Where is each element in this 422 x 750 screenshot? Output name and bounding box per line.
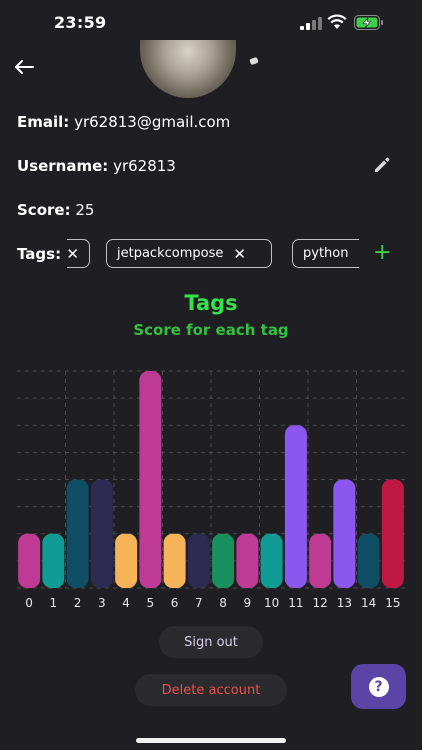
score-row: Score: 25 (17, 201, 94, 219)
x-tick-label: 13 (337, 596, 352, 610)
bar-9 (236, 533, 259, 588)
x-tick-label: 14 (361, 596, 376, 610)
x-tick-label: 9 (244, 596, 252, 610)
bar-4 (115, 533, 138, 588)
arrow-back-icon (15, 60, 34, 74)
tag-chip[interactable]: ✕ (67, 239, 90, 268)
back-button[interactable] (12, 56, 36, 78)
avatar[interactable] (140, 40, 236, 98)
avatar-edit-badge[interactable] (249, 56, 259, 66)
bar-12 (309, 533, 332, 588)
bar-15 (381, 479, 404, 588)
bar-11 (284, 425, 307, 588)
x-tick-label: 11 (288, 596, 303, 610)
x-tick-label: 2 (74, 596, 82, 610)
cellular-signal-icon (300, 17, 322, 30)
bar-0 (18, 533, 41, 588)
wifi-icon (327, 14, 347, 29)
add-tag-button[interactable]: + (373, 242, 391, 264)
delete-account-button[interactable]: Delete account (135, 674, 287, 706)
tag-chip-list[interactable]: ✕ jetpackcompose ✕ python (67, 239, 359, 269)
score-value: 25 (75, 201, 95, 219)
bar-1 (42, 533, 65, 588)
close-icon[interactable]: ✕ (67, 245, 79, 263)
x-tick-label: 10 (264, 596, 279, 610)
tags-label: Tags: (17, 245, 62, 263)
chart-title: Tags (184, 291, 238, 315)
home-indicator (136, 738, 286, 743)
x-tick-label: 8 (219, 596, 227, 610)
tag-chip-label: jetpackcompose (117, 246, 224, 261)
x-tick-label: 0 (25, 596, 33, 610)
pencil-icon (375, 157, 390, 172)
username-row: Username: yr62813 (17, 157, 176, 175)
sign-out-button[interactable]: Sign out (159, 626, 263, 658)
tag-chip-label: python (303, 246, 349, 261)
bar-10 (260, 533, 283, 588)
edit-username-button[interactable] (372, 155, 392, 175)
score-label: Score: (17, 201, 71, 219)
bar-6 (163, 533, 186, 588)
tag-score-bar-chart: 0 1 2 3 4 5 6 7 8 9 10 11 12 13 14 15 (17, 370, 405, 610)
bar-7 (187, 533, 210, 588)
username-value: yr62813 (113, 157, 176, 175)
x-tick-label: 6 (171, 596, 179, 610)
email-row: Email: yr62813@gmail.com (17, 113, 230, 131)
x-tick-label: 1 (50, 596, 58, 610)
status-time: 23:59 (54, 13, 107, 32)
x-tick-label: 4 (122, 596, 130, 610)
bar-13 (333, 479, 356, 588)
x-tick-label: 5 (147, 596, 155, 610)
bar-8 (212, 533, 235, 588)
tag-chip[interactable]: python (292, 239, 359, 268)
chart-subtitle: Score for each tag (133, 321, 289, 339)
x-tick-label: 7 (195, 596, 203, 610)
tag-chip[interactable]: jetpackcompose ✕ (106, 239, 272, 268)
username-label: Username: (17, 157, 109, 175)
x-tick-label: 3 (98, 596, 106, 610)
help-button[interactable]: ? (351, 664, 406, 709)
bar-14 (357, 533, 380, 588)
battery-charging-icon (354, 15, 383, 30)
email-value: yr62813@gmail.com (74, 113, 231, 131)
bar-2 (66, 479, 89, 588)
question-icon: ? (368, 676, 389, 697)
x-tick-label: 12 (312, 596, 327, 610)
close-icon[interactable]: ✕ (233, 245, 246, 263)
bar-3 (90, 479, 113, 588)
x-tick-label: 15 (385, 596, 400, 610)
bar-5 (139, 371, 162, 588)
email-label: Email: (17, 113, 70, 131)
